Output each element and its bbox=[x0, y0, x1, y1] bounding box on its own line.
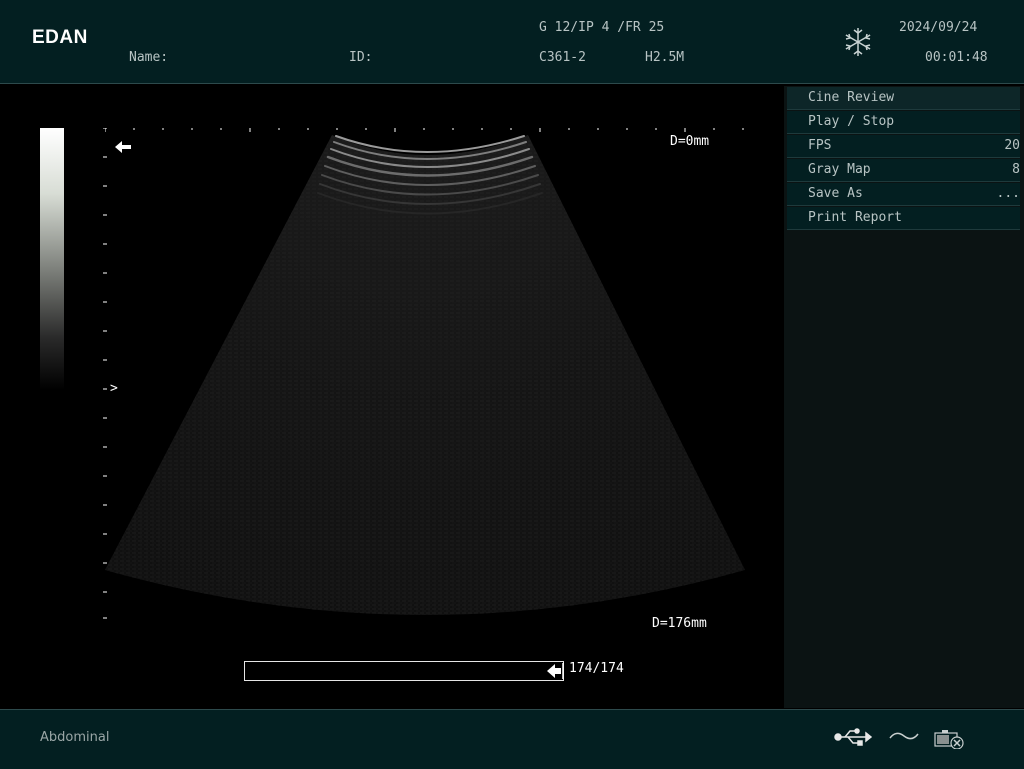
menu-item-label: Play / Stop bbox=[808, 114, 895, 129]
cine-progress-bar[interactable] bbox=[244, 661, 564, 681]
snowflake-icon[interactable] bbox=[842, 26, 874, 58]
video-record-icon bbox=[934, 730, 964, 749]
cine-menu: Cine Review Play / Stop FPS 20 Gray Map … bbox=[787, 87, 1020, 231]
lateral-scale bbox=[105, 128, 744, 132]
menu-item-save-as[interactable]: Save As ... bbox=[787, 183, 1020, 206]
menu-item-print-report[interactable]: Print Report bbox=[787, 207, 1020, 230]
menu-item-value: ... bbox=[996, 186, 1020, 201]
exam-preset-label[interactable]: Abdominal bbox=[40, 730, 109, 745]
menu-item-label: Save As bbox=[808, 186, 863, 201]
menu-item-gray-map[interactable]: Gray Map 8 bbox=[787, 159, 1020, 182]
usb-icon bbox=[834, 728, 872, 746]
menu-title-cine-review: Cine Review bbox=[787, 87, 1020, 110]
menu-item-label: Cine Review bbox=[808, 90, 895, 105]
menu-item-label: Gray Map bbox=[808, 162, 871, 177]
date-display: 2024/09/24 bbox=[899, 20, 978, 35]
ac-power-icon bbox=[889, 732, 919, 740]
menu-item-label: Print Report bbox=[808, 210, 902, 225]
cine-position-arrow-icon[interactable] bbox=[546, 663, 564, 679]
menu-item-play-stop[interactable]: Play / Stop bbox=[787, 111, 1020, 134]
time-display: 00:01:48 bbox=[925, 50, 988, 65]
left-arrow-icon bbox=[115, 141, 131, 153]
depth-scale bbox=[103, 128, 107, 619]
menu-item-fps[interactable]: FPS 20 bbox=[787, 135, 1020, 158]
depth-top-label: D=0mm bbox=[670, 134, 710, 149]
cine-frame-counter: 174/174 bbox=[569, 661, 624, 676]
focus-marker[interactable]: > bbox=[110, 381, 118, 396]
grayscale-bar bbox=[40, 128, 64, 390]
depth-bottom-label: D=176mm bbox=[652, 616, 707, 631]
ultrasound-sector-image bbox=[105, 135, 745, 615]
menu-item-value: 20 bbox=[1004, 138, 1020, 153]
menu-item-value: 8 bbox=[1012, 162, 1020, 177]
menu-item-label: FPS bbox=[808, 138, 832, 153]
bottom-status-bar: Abdominal bbox=[0, 709, 1024, 769]
